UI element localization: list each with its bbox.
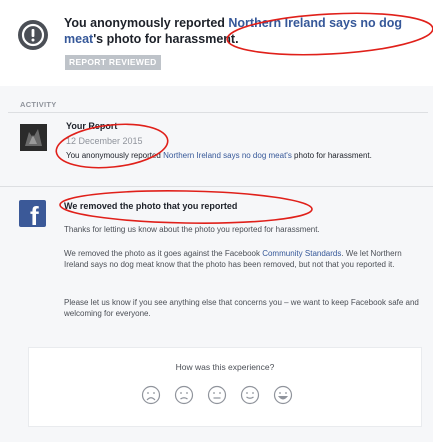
very-sad-face-icon[interactable] bbox=[141, 385, 161, 405]
report-desc-after: photo for harassment. bbox=[291, 151, 372, 160]
sad-face-icon[interactable] bbox=[174, 385, 194, 405]
feedback-box: How was this experience? bbox=[28, 347, 422, 427]
community-standards-link[interactable]: Community Standards bbox=[262, 249, 341, 258]
report-description: You anonymously reported Northern Irelan… bbox=[66, 150, 421, 161]
reported-photo-thumbnail[interactable] bbox=[20, 124, 47, 151]
message-p2-before: We removed the photo as it goes against … bbox=[64, 249, 263, 258]
summary-text-before: You anonymously reported bbox=[64, 16, 229, 30]
message-paragraph-2: We removed the photo as it goes against … bbox=[64, 248, 424, 270]
summary-text-after: 's photo for harassment. bbox=[93, 32, 239, 46]
neutral-face-icon[interactable] bbox=[207, 385, 227, 405]
divider bbox=[0, 186, 433, 187]
report-date: 12 December 2015 bbox=[66, 136, 143, 146]
message-paragraph-1: Thanks for letting us know about the pho… bbox=[64, 225, 320, 234]
feedback-question: How was this experience? bbox=[175, 362, 275, 372]
divider bbox=[8, 112, 428, 113]
status-badge: REPORT REVIEWED bbox=[65, 55, 161, 70]
report-summary: You anonymously reported Northern Irelan… bbox=[64, 15, 426, 47]
very-happy-face-icon[interactable] bbox=[273, 385, 293, 405]
report-page-link[interactable]: Northern Ireland says no dog meat's bbox=[163, 151, 292, 160]
message-paragraph-3: Please let us know if you see anything e… bbox=[64, 298, 419, 318]
rating-faces bbox=[29, 385, 421, 409]
report-header: You anonymously reported Northern Irelan… bbox=[0, 0, 433, 86]
activity-label: ACTIVITY bbox=[20, 100, 57, 109]
facebook-logo-icon: f bbox=[19, 200, 46, 231]
report-desc-before: You anonymously reported bbox=[66, 151, 164, 160]
report-title: Your Report bbox=[66, 121, 118, 131]
message-title: We removed the photo that you reported bbox=[64, 201, 238, 211]
facebook-logo-letter: f bbox=[30, 201, 39, 231]
exclamation-icon bbox=[18, 20, 48, 50]
happy-face-icon[interactable] bbox=[240, 385, 260, 405]
